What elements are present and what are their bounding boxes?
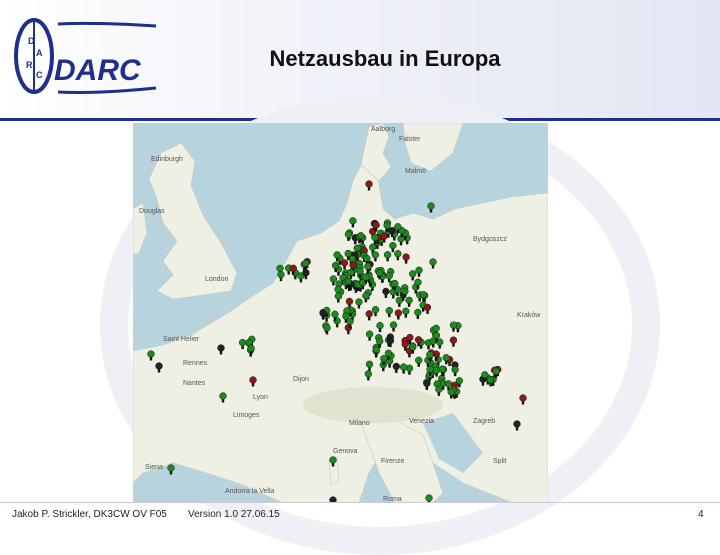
slide-title: Netzausbau in Europa xyxy=(269,46,501,71)
map-label: Edinburgh xyxy=(151,156,183,163)
map-label: Firenze xyxy=(381,458,404,465)
footer-page-number: 4 xyxy=(698,509,704,520)
map-label: Dijon xyxy=(293,376,309,383)
svg-text:R: R xyxy=(26,60,33,70)
svg-text:DARC: DARC xyxy=(54,54,142,87)
map-label: Siena xyxy=(145,464,163,471)
europe-repeater-map: Aalborg Falster Malmö Edinburgh Douglas Londo… xyxy=(133,123,548,503)
footer-author: Jakob P. Strickler, DK3CW OV F05 xyxy=(12,509,167,520)
map-label: Milano xyxy=(349,420,370,427)
map-label: London xyxy=(205,276,228,283)
map-label: Split xyxy=(493,458,507,465)
repeater-pin xyxy=(167,464,175,475)
map-label: Venezia xyxy=(409,418,434,425)
map-label: Rennes xyxy=(183,360,208,367)
map-label: Limoges xyxy=(233,412,260,419)
repeater-pin xyxy=(427,202,435,213)
svg-text:A: A xyxy=(36,48,43,58)
map-label: Falster xyxy=(399,136,421,143)
svg-text:D: D xyxy=(28,36,35,46)
map-label: Andorra la Vella xyxy=(225,488,275,495)
map-label: Nantes xyxy=(183,380,206,387)
map-label: Genova xyxy=(333,448,358,455)
map-label: Bydgoszcz xyxy=(473,236,507,243)
map-label: Douglas xyxy=(139,208,165,215)
map-label: Malmö xyxy=(405,168,426,175)
map-label: Zagreb xyxy=(473,418,495,425)
map-land-sweden xyxy=(402,123,464,172)
map-label: Kraków xyxy=(517,312,541,319)
footer-divider xyxy=(0,502,720,503)
map-label: Aalborg xyxy=(371,126,395,133)
footer-version: Version 1.0 27.06.15 xyxy=(188,509,280,520)
darc-logo: D A R C DARC xyxy=(6,14,166,96)
map-label: Lyon xyxy=(253,394,268,401)
svg-text:C: C xyxy=(36,70,43,80)
map-label: Saint Helier xyxy=(163,336,200,343)
